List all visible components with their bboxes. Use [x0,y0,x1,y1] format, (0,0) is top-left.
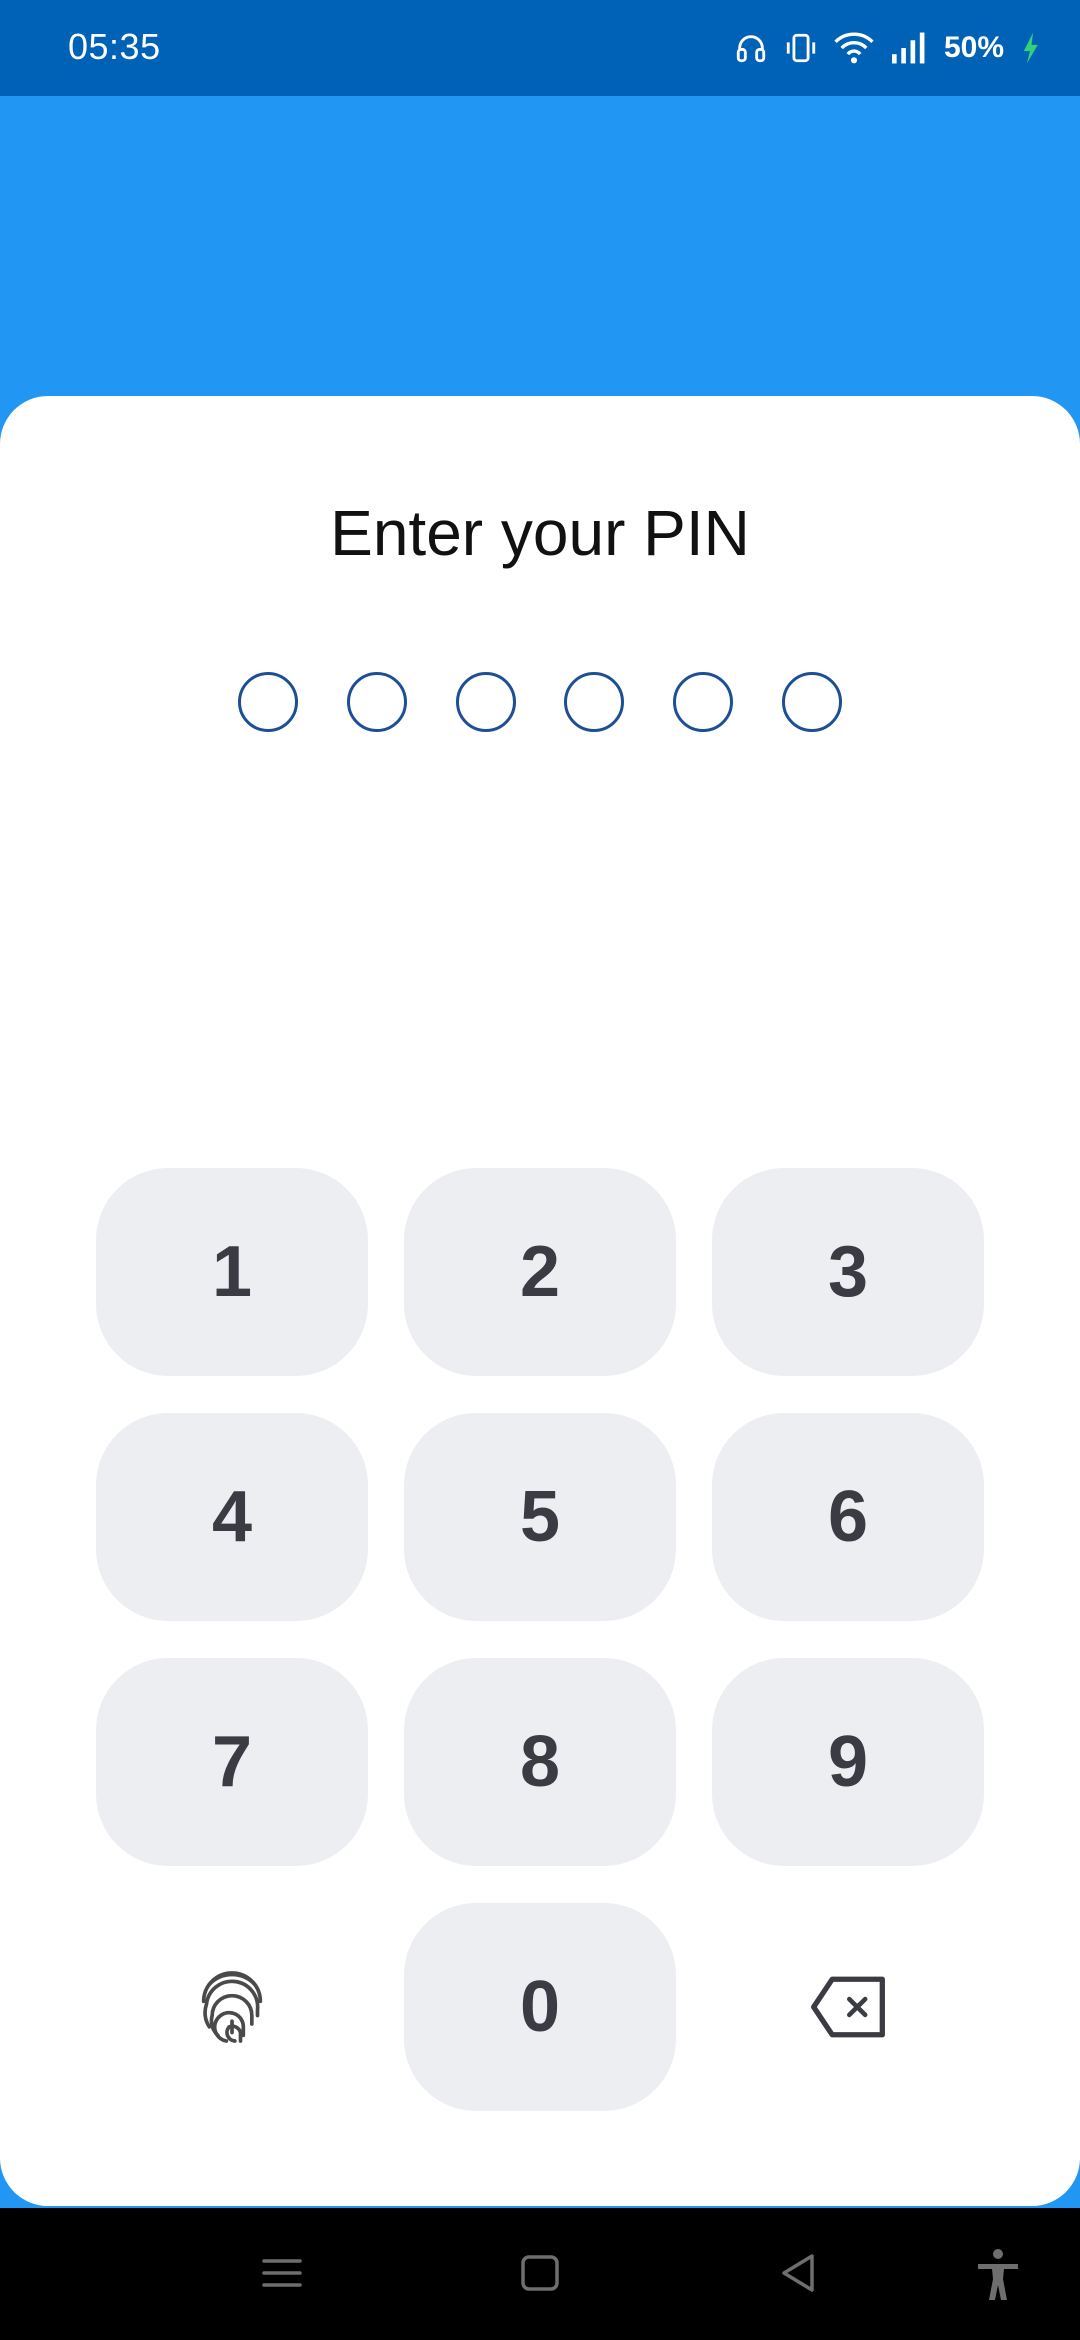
accessibility-icon[interactable] [976,2248,1020,2302]
pin-card: Enter your PIN 1 2 3 4 5 6 7 8 9 0 [0,396,1080,2206]
pin-dot [673,672,734,732]
key-9[interactable]: 9 [712,1658,984,1866]
headphones-icon [736,35,766,63]
pin-dot [564,672,625,732]
pin-dot [238,672,298,732]
status-icons: 50% [734,24,1040,72]
key-4[interactable]: 4 [96,1413,368,1621]
key-1[interactable]: 1 [96,1168,368,1376]
navigation-bar [0,2208,1080,2340]
charging-icon [1023,32,1038,64]
pin-dot [781,672,842,732]
pin-dot [455,672,516,732]
vibrate-icon [786,33,816,63]
status-bar: 05:35 50% [0,0,1080,96]
pin-dot [346,672,407,732]
backspace-button[interactable] [712,1903,984,2111]
keypad: 1 2 3 4 5 6 7 8 9 0 [96,1168,984,2111]
key-0[interactable]: 0 [404,1903,676,2111]
key-7[interactable]: 7 [96,1658,368,1866]
key-2[interactable]: 2 [404,1168,676,1376]
key-5[interactable]: 5 [404,1413,676,1621]
battery-level: 50% [943,31,1004,64]
fingerprint-icon [201,1971,263,2043]
backspace-icon [811,1976,885,2038]
fingerprint-button[interactable] [96,1903,368,2111]
wifi-icon [834,32,874,64]
status-time: 05:35 [68,26,161,67]
key-8[interactable]: 8 [404,1658,676,1866]
menu-icon[interactable] [260,2248,304,2298]
pin-indicator [238,672,842,732]
home-icon[interactable] [518,2248,562,2298]
key-6[interactable]: 6 [712,1413,984,1621]
key-3[interactable]: 3 [712,1168,984,1376]
signal-icon [891,32,925,64]
page-title: Enter your PIN [330,497,750,569]
header-background [0,96,1080,416]
back-icon[interactable] [776,2248,820,2298]
